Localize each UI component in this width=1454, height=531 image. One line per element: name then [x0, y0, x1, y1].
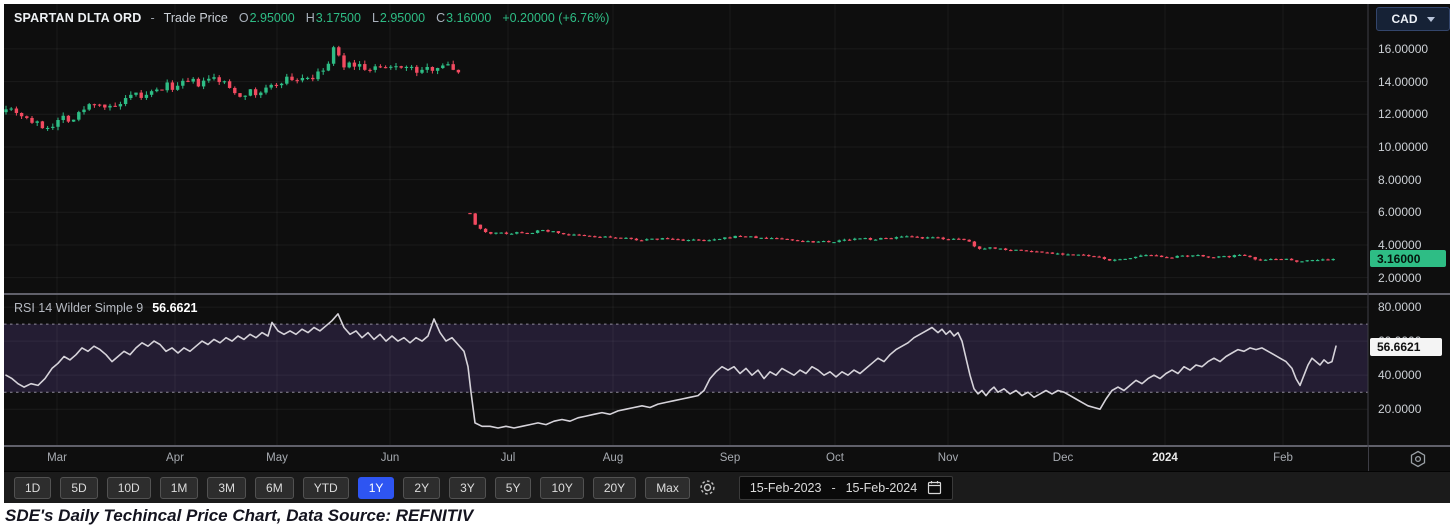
range-button-3y[interactable]: 3Y [449, 476, 486, 499]
range-button-6m[interactable]: 6M [255, 476, 294, 499]
calendar-icon [927, 480, 942, 495]
axis-divider-line [1368, 447, 1369, 471]
instrument-header: SPARTAN DLTA ORD - Trade Price O 2.95000… [14, 11, 609, 25]
price-tick-label: 14.00000 [1378, 74, 1429, 89]
month-label-nov: Nov [937, 452, 959, 464]
range-button-2y[interactable]: 2Y [403, 476, 441, 499]
range-buttons: 1D 5D 10D 1M 3M 6M YTD 1Y 2Y 3Y 5Y 10Y 20Y Max [14, 476, 690, 499]
currency-selector[interactable]: CAD [1376, 7, 1450, 31]
month-label-feb: Feb [1273, 452, 1293, 464]
range-button-1d[interactable]: 1D [14, 476, 52, 499]
rsi-indicator-label: RSI 14 Wilder Simple 9 [14, 301, 144, 315]
date-to: 15-Feb-2024 [845, 480, 918, 495]
month-label-may: May [266, 452, 288, 464]
month-label-2024: 2024 [1152, 452, 1178, 464]
range-button-20y[interactable]: 20Y [592, 476, 637, 499]
time-axis: Mar Apr May Jun Jul Aug Sep Oct Nov Dec 2024 Feb [4, 447, 1450, 471]
month-label-apr: Apr [166, 452, 184, 464]
rsi-indicator-header: RSI 14 Wilder Simple 9 56.6621 [14, 301, 197, 315]
ohlc-close: C 3.16000 [436, 11, 492, 25]
price-rsi-chart-canvas[interactable] [4, 4, 1450, 447]
chart-settings-gear-icon[interactable] [698, 478, 717, 497]
rsi-tick-label: 20.0000 [1378, 402, 1422, 417]
chart-caption: SDE's Daily Techincal Price Chart, Data … [5, 506, 474, 525]
series-label: Trade Price [163, 11, 228, 25]
ohlc-open: O 2.95000 [238, 11, 295, 25]
price-change: +0.20000 (+6.76%) [502, 11, 610, 25]
range-button-5d[interactable]: 5D [60, 476, 98, 499]
range-button-1m[interactable]: 1M [159, 476, 199, 499]
ohlc-low: L 2.95000 [371, 11, 426, 25]
rsi-tick-label: 40.0000 [1378, 368, 1422, 383]
ohlc-high: H 3.17500 [305, 11, 361, 25]
range-button-10y[interactable]: 10Y [540, 476, 584, 499]
month-label-aug: Aug [602, 452, 624, 464]
rsi-value-badge: 56.6621 [1370, 337, 1442, 356]
header-separator: - [150, 11, 155, 25]
price-tick-label: 12.00000 [1378, 107, 1429, 122]
range-button-ytd[interactable]: YTD [302, 476, 349, 499]
date-range-separator: - [831, 480, 836, 495]
rsi-tick-label: 80.0000 [1378, 300, 1422, 315]
price-tick-label: 2.00000 [1378, 270, 1422, 285]
price-tick-label: 8.00000 [1378, 172, 1422, 187]
month-label-sep: Sep [719, 452, 741, 464]
chevron-down-icon [1426, 16, 1435, 22]
range-button-10d[interactable]: 10D [106, 476, 151, 499]
month-label-jun: Jun [380, 452, 400, 464]
range-button-3m[interactable]: 3M [207, 476, 247, 499]
price-tick-label: 10.00000 [1378, 139, 1429, 154]
month-label-oct: Oct [826, 452, 844, 464]
range-toolbar: 1D 5D 10D 1M 3M 6M YTD 1Y 2Y 3Y 5Y 10Y 20Y Max 15-Feb… [4, 471, 1450, 503]
range-button-1y[interactable]: 1Y [357, 476, 395, 499]
price-tick-label: 6.00000 [1378, 205, 1422, 220]
price-tick-label: 16.00000 [1378, 41, 1429, 56]
currency-value: CAD [1391, 12, 1418, 26]
range-button-max[interactable]: Max [645, 476, 690, 499]
month-label-mar: Mar [47, 452, 67, 464]
last-price-badge: 3.16000 [1370, 250, 1446, 268]
date-range-picker[interactable]: 15-Feb-2023 - 15-Feb-2024 [738, 475, 954, 500]
month-label-dec: Dec [1052, 452, 1074, 464]
month-label-jul: Jul [500, 452, 516, 464]
rsi-indicator-value: 56.6621 [152, 301, 198, 315]
date-from: 15-Feb-2023 [749, 480, 822, 495]
instrument-name: SPARTAN DLTA ORD [14, 11, 142, 25]
chart-panel: SPARTAN DLTA ORD - Trade Price O 2.95000… [4, 4, 1450, 503]
range-button-5y[interactable]: 5Y [494, 476, 532, 499]
